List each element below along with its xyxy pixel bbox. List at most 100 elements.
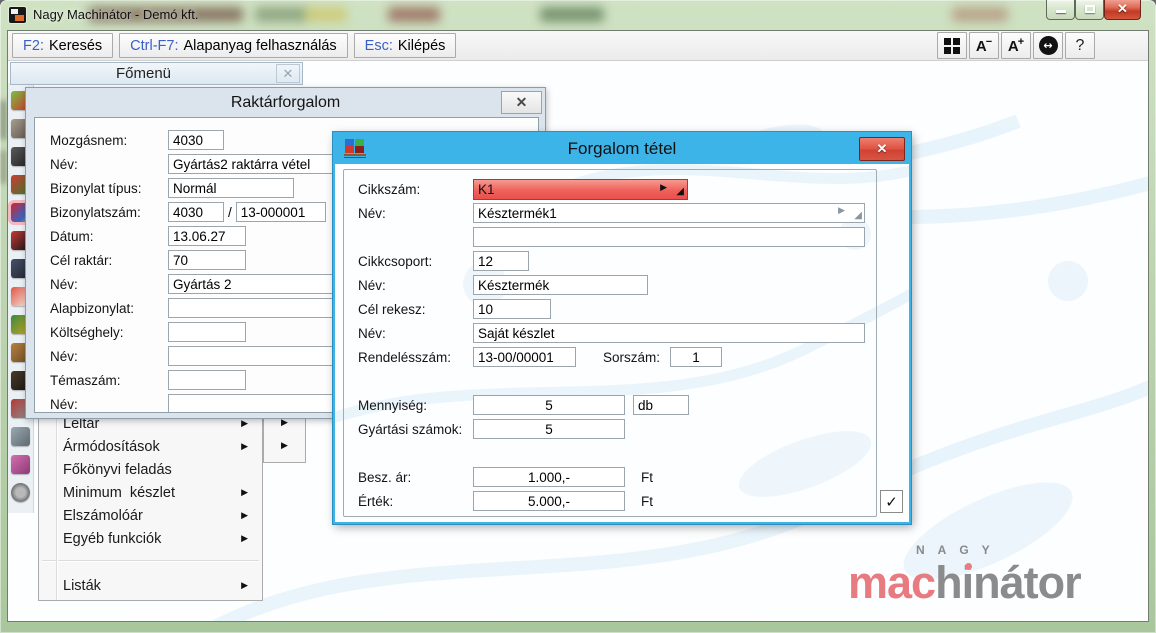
tiles-button[interactable] [937,32,967,59]
help-button[interactable] [1065,32,1095,59]
toolbar-icon-group: A− A+ [937,32,1095,59]
main-toolbar: F2: Keresés Ctrl-F7: Alapanyag felhaszná… [8,31,1148,61]
minimize-icon [1056,10,1066,13]
field-label: Érték: [358,493,394,509]
rekesz-nev-input[interactable] [473,323,865,343]
lookup-arrow-icon[interactable]: ▶ [660,183,667,193]
field-label: Dátum: [50,228,94,244]
shortcut-key: F2: [23,37,44,54]
menu-item-listak[interactable]: Listák ▶ [39,575,262,598]
besz-ar-input[interactable] [473,467,625,487]
field-label: Név: [50,156,78,172]
raktarforgalom-close-icon[interactable] [501,91,542,114]
font-increase-button[interactable]: A+ [1001,32,1031,59]
menu-item-egyeb-funkciok[interactable]: Egyéb funkciók ▶ [39,528,262,551]
submenu-arrow-icon[interactable]: ▶ [264,434,305,457]
submenu-arrow-icon: ▶ [241,511,248,521]
glass-reflection [388,7,440,22]
mennyiseg-input[interactable] [473,395,625,415]
maximize-button[interactable] [1075,0,1104,20]
field-label: Besz. ár: [358,469,412,485]
shortcut-key: Esc: [364,37,393,54]
logo-machinator-text: machinátor [848,557,1082,608]
tab-label: Főmenü [115,65,172,82]
cikk-nev-input[interactable] [473,203,865,223]
cikkcsoport-input[interactable] [473,251,529,271]
confirm-check-button[interactable] [880,490,903,513]
submenu-arrow-icon: ▶ [241,534,248,544]
dialog-body: Cikkszám: K1 ▶ ◢ Név: ▶ [335,164,909,522]
context-menu: Leltár ▶ Ármódosítások ▶ Főkönyvi feladás … [38,410,263,601]
dialog-title: Forgalom tétel [567,139,677,158]
koltseghely-input[interactable] [168,322,246,342]
app-logo-icon [9,7,26,23]
menu-item-fokonyvi-feladas[interactable]: Főkönyvi feladás [39,459,262,482]
field-label: Rendelésszám: [358,349,452,365]
field-label: Cikkcsoport: [358,253,433,269]
cikk-nev2-input[interactable] [473,227,865,247]
field-label: Név: [50,348,78,364]
tab-fomenu[interactable]: Főmenü [10,62,303,85]
material-usage-button[interactable]: Ctrl-F7: Alapanyag felhasználás [119,33,348,58]
cel-rekesz-input[interactable] [473,299,551,319]
close-icon [1105,1,1140,17]
brand-logo: NAGY machinátor [848,543,1082,608]
dialog-close-button[interactable] [859,137,905,161]
dialog-titlebar: Forgalom tétel [335,134,909,164]
field-label: Bizonylatszám: [50,204,141,220]
gear-icon[interactable] [11,483,30,502]
sidebar-icon[interactable] [11,427,30,446]
rendelesszam-input[interactable] [473,347,576,367]
cikkcsoport-nev-input[interactable] [473,275,648,295]
field-label: Költséghely: [50,324,124,340]
bizonylatszam-input[interactable] [168,202,224,222]
field-label: Sorszám: [603,349,661,365]
resize-corner-icon[interactable]: ◢ [854,211,862,221]
bizonylat-tipus-input[interactable] [168,178,294,198]
maximize-icon [1085,5,1095,13]
pan-icon [1038,36,1058,55]
sorszam-input[interactable] [670,347,723,367]
gyartasi-szamok-input[interactable] [473,419,625,439]
window-title: Raktárforgalom [230,94,341,111]
field-label: Bizonylat típus: [50,180,142,196]
mozgasnem-input[interactable] [168,130,224,150]
cel-raktar-input[interactable] [168,250,246,270]
exit-button[interactable]: Esc: Kilépés [353,33,457,58]
field-label: Témaszám: [50,372,121,388]
app-window: Nagy Machinátor - Demó kft. F2: Keresés … [0,0,1156,633]
menu-item-elszamoloar[interactable]: Elszámolóár ▶ [39,505,262,528]
close-button[interactable] [1104,0,1141,20]
search-button[interactable]: F2: Keresés [12,33,114,58]
app-title: Nagy Machinátor - Demó kft. [33,7,199,22]
temaszam-input[interactable] [168,370,246,390]
field-label: Név: [358,277,386,293]
submenu-arrow-icon: ▶ [241,581,248,591]
font-decrease-button[interactable]: A− [969,32,999,59]
submenu-arrow-icon: ▶ [241,488,248,498]
app-titlebar: Nagy Machinátor - Demó kft. [0,0,1156,30]
unit-input[interactable] [633,395,689,415]
field-label: Gyártási számok: [358,421,463,437]
minimize-button[interactable] [1046,0,1075,20]
menu-item-armodositasok[interactable]: Ármódosítások ▶ [39,436,262,459]
resize-corner-icon[interactable]: ◢ [676,186,684,197]
cikkszam-input[interactable]: K1 ▶ ◢ [473,178,688,200]
separator-text: / [228,204,232,220]
currency-label: Ft [641,493,653,509]
button-label: Alapanyag felhasználás [183,37,337,54]
button-label: Kilépés [397,37,446,54]
bizonylatszam-ev-input[interactable] [235,202,326,222]
field-label: Név: [50,276,78,292]
menu-item-minimum-keszlet[interactable]: Minimum készlet ▶ [39,482,262,505]
tab-close-icon[interactable] [276,64,300,83]
lookup-arrow-icon[interactable]: ▶ [838,207,845,216]
field-label: Cikkszám: [358,181,421,197]
cikkszam-value: K1 [478,181,495,197]
pan-button[interactable] [1033,32,1063,59]
ertek-input[interactable] [473,491,625,511]
glass-reflection [540,7,604,22]
sidebar-icon[interactable] [11,455,30,474]
datum-input[interactable] [168,226,246,246]
field-label: Név: [358,205,386,221]
